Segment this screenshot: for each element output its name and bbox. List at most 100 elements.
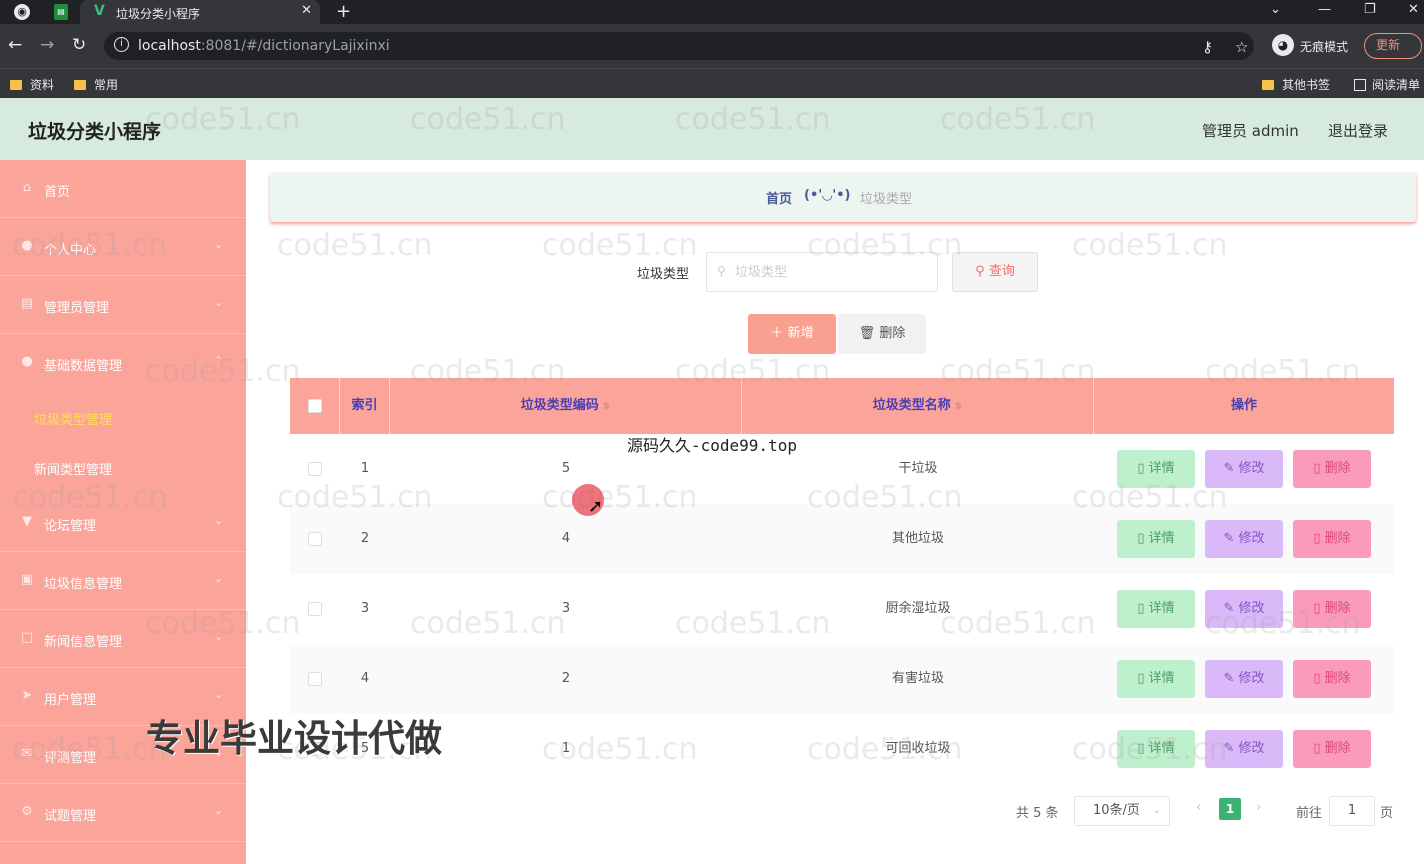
edit-button[interactable]: ✎ 修改: [1205, 660, 1283, 698]
bookmark-item[interactable]: 其他书签: [1262, 76, 1330, 93]
app-title: 垃圾分类小程序: [28, 121, 162, 143]
next-page-icon[interactable]: ›: [1256, 800, 1261, 815]
trash-icon: ▯: [1313, 601, 1321, 616]
sidebar-item-admins[interactable]: ▤ 管理员管理 ⌄: [0, 276, 246, 334]
minimize-icon[interactable]: —: [1318, 2, 1331, 17]
delete-button[interactable]: ▯ 删除: [1293, 590, 1371, 628]
chevron-down-icon: ⌄: [214, 572, 224, 585]
select-all-checkbox[interactable]: [307, 398, 322, 413]
search-field[interactable]: ⚲: [706, 252, 938, 292]
browser-tab-bar: ◉ ▤ V 垃圾分类小程序 ✕ + ⌄ — ❐ ✕: [0, 0, 1424, 24]
tab-search-icon[interactable]: ⌄: [1270, 2, 1281, 17]
row-index: 3: [360, 601, 370, 616]
sidebar-item-basic-data[interactable]: ● 基础数据管理 ⌃: [0, 334, 246, 392]
reload-icon[interactable]: ↻: [72, 35, 86, 55]
incognito-icon[interactable]: ◕: [1272, 34, 1294, 56]
chevron-down-icon: ⌄: [1152, 805, 1161, 816]
query-button[interactable]: ⚲ 查询: [952, 252, 1038, 292]
row-checkbox[interactable]: [308, 601, 322, 616]
tab-close-icon[interactable]: ✕: [301, 3, 312, 18]
page-size-select[interactable]: 10条/页 ⌄: [1074, 796, 1170, 826]
row-checkbox[interactable]: [308, 671, 322, 686]
sort-icon[interactable]: ⇅: [955, 402, 963, 412]
breadcrumb-home[interactable]: 首页: [766, 188, 792, 207]
document-icon: ▯: [1137, 601, 1145, 616]
update-button[interactable]: 更新: [1364, 33, 1422, 59]
forward-icon[interactable]: →: [40, 35, 54, 55]
breadcrumb-current: 垃圾类型: [860, 192, 913, 207]
page-number-active[interactable]: 1: [1219, 798, 1241, 820]
edit-button[interactable]: ✎ 修改: [1205, 520, 1283, 558]
breadcrumb-separator: (•'◡'•): [804, 188, 851, 203]
trash-icon: ▯: [1313, 531, 1321, 546]
batch-delete-button[interactable]: 🗑 删除: [838, 314, 926, 354]
vue-logo-icon: V: [94, 3, 105, 19]
delete-button[interactable]: ▯ 删除: [1293, 730, 1371, 768]
table-row: 4 2 有害垃圾 ▯ 详情 ✎ 修改 ▯ 删除: [290, 644, 1394, 714]
column-header-code[interactable]: 垃圾类型编码 ⇅: [390, 378, 742, 434]
pagination: 共 5 条 10条/页 ⌄ ‹ 1 › 前往 1 页: [246, 792, 1424, 832]
url-field[interactable]: i localhost:8081/#/dictionaryLajixinxi: [104, 32, 1254, 60]
trash-icon: ▯: [1313, 671, 1321, 686]
globe-icon[interactable]: ◉: [14, 4, 30, 20]
prev-page-icon[interactable]: ‹: [1196, 800, 1201, 815]
goto-label: 前往: [1296, 806, 1323, 821]
sidebar-subitem-news-type[interactable]: 新闻类型管理: [0, 442, 246, 492]
delete-button[interactable]: ▯ 删除: [1293, 450, 1371, 488]
bookmark-item[interactable]: 资料: [10, 76, 54, 93]
row-code: 2: [561, 671, 571, 686]
row-name: 有害垃圾: [891, 671, 944, 686]
edit-button[interactable]: ✎ 修改: [1205, 590, 1283, 628]
add-button[interactable]: ＋ 新增: [748, 314, 836, 354]
sheet-tab-icon[interactable]: ▤: [54, 4, 68, 20]
sidebar-item-forum[interactable]: ▼ 论坛管理 ⌄: [0, 494, 246, 552]
goto-page-input[interactable]: 1: [1329, 796, 1375, 826]
edit-button[interactable]: ✎ 修改: [1205, 730, 1283, 768]
column-header-name[interactable]: 垃圾类型名称 ⇅: [742, 378, 1094, 434]
bookmark-item[interactable]: 常用: [74, 76, 118, 93]
sidebar-subitem-trash-type[interactable]: 垃圾类型管理: [0, 392, 246, 442]
window-close-icon[interactable]: ✕: [1408, 2, 1419, 17]
key-icon[interactable]: ⚷: [1202, 38, 1213, 56]
list-icon: ▤: [20, 296, 34, 311]
search-input[interactable]: [735, 262, 925, 282]
active-tab[interactable]: V 垃圾分类小程序 ✕: [80, 0, 320, 24]
detail-button[interactable]: ▯ 详情: [1117, 520, 1195, 558]
row-checkbox[interactable]: [308, 461, 322, 476]
delete-button[interactable]: ▯ 删除: [1293, 660, 1371, 698]
logout-link[interactable]: 退出登录: [1328, 120, 1388, 141]
back-icon[interactable]: ←: [8, 35, 22, 55]
chevron-down-icon: ⌄: [214, 238, 224, 251]
table-row: 5 1 可回收垃圾 ▯ 详情 ✎ 修改 ▯ 删除: [290, 714, 1394, 784]
detail-button[interactable]: ▯ 详情: [1117, 590, 1195, 628]
star-icon[interactable]: ☆: [1235, 38, 1248, 56]
new-tab-button[interactable]: +: [336, 1, 351, 22]
site-info-icon[interactable]: i: [114, 37, 129, 52]
restore-icon[interactable]: ❐: [1364, 2, 1376, 17]
url-host: localhost: [138, 38, 201, 54]
cursor-icon: ➚: [588, 496, 604, 517]
sidebar-item-profile[interactable]: ● 个人中心 ⌄: [0, 218, 246, 276]
row-checkbox[interactable]: [308, 531, 322, 546]
detail-button[interactable]: ▯ 详情: [1117, 660, 1195, 698]
sidebar-item-news[interactable]: □ 新闻信息管理 ⌄: [0, 610, 246, 668]
reading-list[interactable]: 阅读清单: [1354, 76, 1420, 93]
sidebar-item-home[interactable]: ⌂ 首页: [0, 160, 246, 218]
pagination-total: 共 5 条: [1016, 806, 1059, 821]
bookmarks-bar: 资料 常用 其他书签 阅读清单: [0, 68, 1424, 98]
detail-button[interactable]: ▯ 详情: [1117, 730, 1195, 768]
delete-button[interactable]: ▯ 删除: [1293, 520, 1371, 558]
sidebar-item-trash-info[interactable]: ▣ 垃圾信息管理 ⌄: [0, 552, 246, 610]
sort-icon[interactable]: ⇅: [603, 402, 611, 412]
mail-icon: ✉: [21, 746, 33, 761]
table-row: 2 4 其他垃圾 ▯ 详情 ✎ 修改 ▯ 删除: [290, 504, 1394, 574]
row-name: 其他垃圾: [891, 531, 944, 546]
user-icon: ●: [21, 238, 33, 253]
document-icon: ▯: [1137, 531, 1145, 546]
plus-icon: ＋: [770, 326, 784, 341]
sidebar-item-questions[interactable]: ⚙ 试题管理 ⌄: [0, 784, 246, 842]
pencil-icon: ✎: [1223, 461, 1235, 476]
detail-button[interactable]: ▯ 详情: [1117, 450, 1195, 488]
folder-icon: [74, 80, 86, 90]
edit-button[interactable]: ✎ 修改: [1205, 450, 1283, 488]
